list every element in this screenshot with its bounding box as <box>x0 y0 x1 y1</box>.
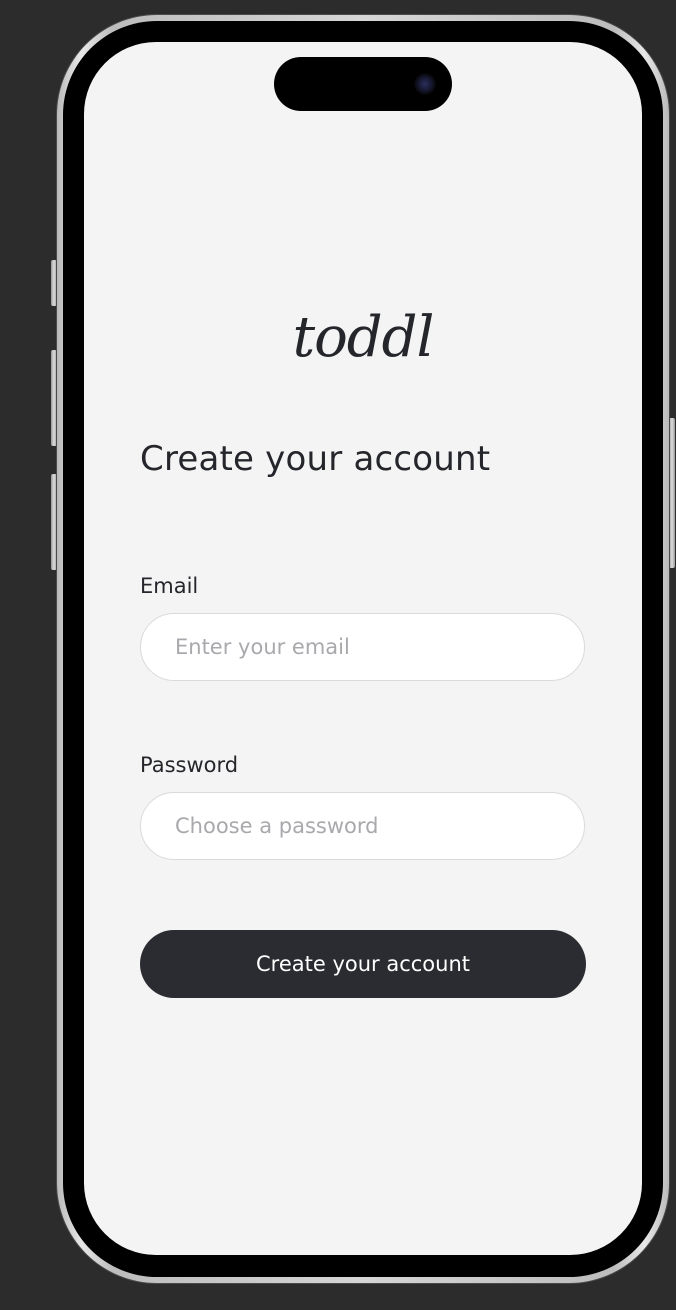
phone-frame: toddl Create your account Email Password… <box>57 15 669 1283</box>
email-label: Email <box>140 574 199 598</box>
dynamic-island <box>274 57 452 111</box>
camera-icon <box>414 73 436 95</box>
email-field[interactable] <box>140 613 585 681</box>
create-account-button[interactable]: Create your account <box>140 930 586 998</box>
password-label: Password <box>140 753 239 777</box>
power-button <box>669 418 675 568</box>
app-logo: toddl <box>292 305 435 370</box>
phone-screen: toddl Create your account Email Password… <box>84 42 642 1255</box>
page-title: Create your account <box>140 439 491 479</box>
password-field[interactable] <box>140 792 585 860</box>
